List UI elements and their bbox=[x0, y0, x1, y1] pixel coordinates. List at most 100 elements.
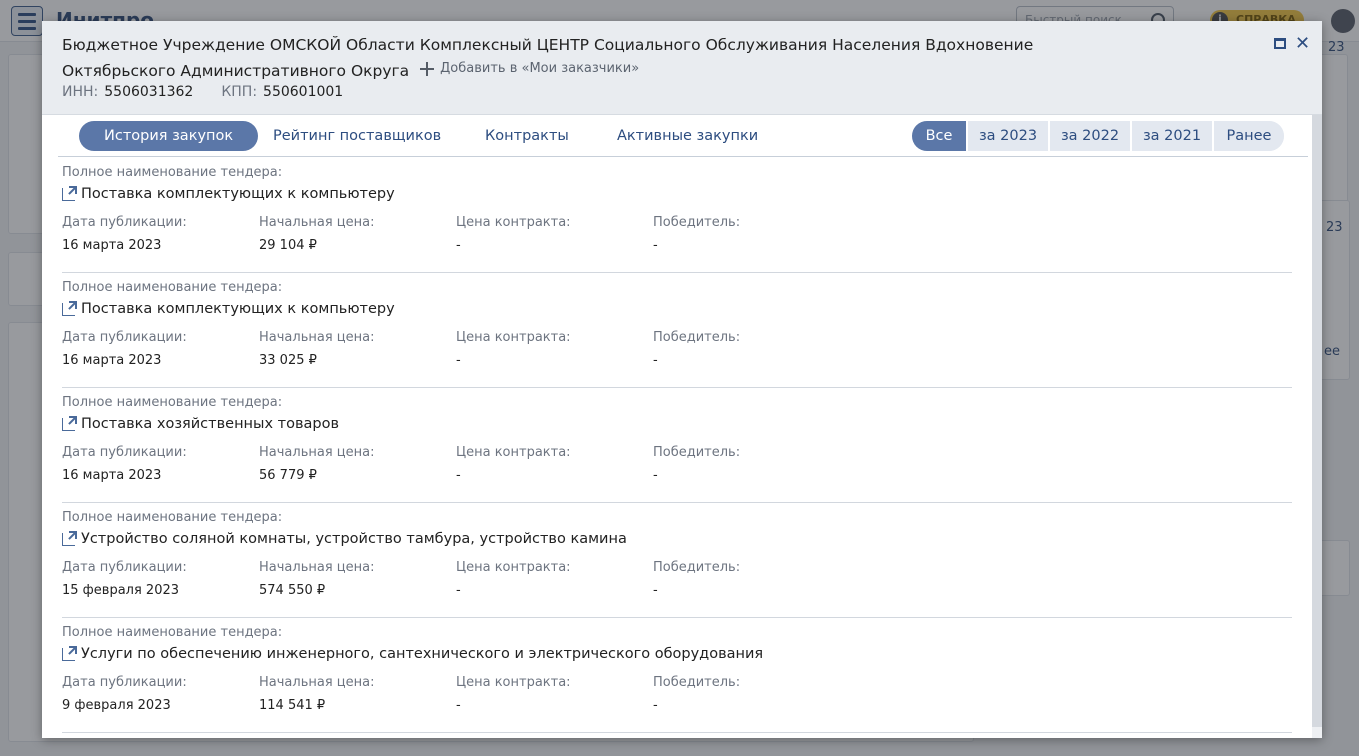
start-price-value: 114 541 ₽ bbox=[259, 698, 326, 713]
winner-field: Победитель: - bbox=[653, 330, 843, 368]
pub-date-label: Дата публикации: bbox=[62, 330, 187, 345]
tabs-bar: История закупок Рейтинг поставщиков Конт… bbox=[58, 115, 1308, 157]
contract-price-value: - bbox=[456, 698, 461, 713]
pub-date-value: 16 марта 2023 bbox=[62, 238, 162, 253]
tender-link[interactable]: Поставка комплектующих к компьютеру bbox=[62, 185, 395, 202]
period-2022[interactable]: за 2022 bbox=[1048, 121, 1130, 151]
scrollbar-thumb[interactable] bbox=[1312, 115, 1322, 727]
contract-price-value: - bbox=[456, 353, 461, 368]
external-link-icon[interactable] bbox=[62, 645, 77, 661]
external-link-icon[interactable] bbox=[62, 530, 77, 546]
contract-price-field: Цена контракта: - bbox=[456, 675, 646, 713]
tab-active-purchases[interactable]: Активные закупки bbox=[592, 121, 783, 151]
tender-name[interactable]: Поставка хозяйственных товаров bbox=[81, 416, 339, 432]
add-to-my-customers-label: Добавить в «Мои заказчики» bbox=[440, 61, 640, 76]
contract-price-field: Цена контракта: - bbox=[456, 215, 646, 253]
modal-header: Бюджетное Учреждение ОМСКОЙ Области Комп… bbox=[42, 21, 1322, 115]
start-price-field: Начальная цена: 56 779 ₽ bbox=[259, 445, 449, 483]
external-link-icon[interactable] bbox=[62, 300, 77, 316]
external-link-icon[interactable] bbox=[62, 415, 77, 431]
pub-date-value: 16 марта 2023 bbox=[62, 353, 162, 368]
pub-date-label: Дата публикации: bbox=[62, 215, 187, 230]
tab-supplier-rating[interactable]: Рейтинг поставщиков bbox=[248, 121, 466, 151]
contract-price-value: - bbox=[456, 468, 461, 483]
winner-label: Победитель: bbox=[653, 330, 741, 345]
start-price-field: Начальная цена: 114 541 ₽ bbox=[259, 675, 449, 713]
start-price-label: Начальная цена: bbox=[259, 560, 375, 575]
contract-price-label: Цена контракта: bbox=[456, 215, 571, 230]
kpp-label: КПП: bbox=[221, 84, 258, 100]
org-identifiers: ИНН: 5506031362 КПП: 550601001 bbox=[62, 84, 343, 100]
winner-field: Победитель: - bbox=[653, 445, 843, 483]
list-item: Полное наименование тендера: Поставка хо… bbox=[62, 388, 1292, 503]
customer-modal: Бюджетное Учреждение ОМСКОЙ Области Комп… bbox=[42, 21, 1322, 738]
start-price-label: Начальная цена: bbox=[259, 675, 375, 690]
period-earlier[interactable]: Ранее bbox=[1212, 121, 1284, 151]
contract-price-label: Цена контракта: bbox=[456, 330, 571, 345]
list-item: Полное наименование тендера: Поставка ко… bbox=[62, 273, 1292, 388]
winner-field: Победитель: - bbox=[653, 675, 843, 713]
external-link-icon[interactable] bbox=[62, 185, 77, 201]
tender-link[interactable]: Услуги по обеспечению инженерного, санте… bbox=[62, 645, 763, 662]
tender-name-label: Полное наименование тендера: bbox=[62, 165, 283, 180]
maximize-icon[interactable] bbox=[1274, 38, 1286, 49]
winner-value: - bbox=[653, 468, 658, 483]
tab-purchase-history[interactable]: История закупок bbox=[79, 121, 259, 151]
tender-name-label: Полное наименование тендера: bbox=[62, 395, 283, 410]
start-price-value: 574 550 ₽ bbox=[259, 583, 326, 598]
pub-date-label: Дата публикации: bbox=[62, 445, 187, 460]
contract-price-label: Цена контракта: bbox=[456, 560, 571, 575]
winner-field: Победитель: - bbox=[653, 215, 843, 253]
period-2023[interactable]: за 2023 bbox=[966, 121, 1048, 151]
kpp-value: 550601001 bbox=[263, 84, 344, 100]
tender-name[interactable]: Устройство соляной комнаты, устройство т… bbox=[81, 531, 627, 547]
pub-date-value: 16 марта 2023 bbox=[62, 468, 162, 483]
start-price-label: Начальная цена: bbox=[259, 445, 375, 460]
contract-price-field: Цена контракта: - bbox=[456, 560, 646, 598]
start-price-field: Начальная цена: 33 025 ₽ bbox=[259, 330, 449, 368]
close-icon[interactable]: ✕ bbox=[1295, 35, 1310, 53]
winner-field: Победитель: - bbox=[653, 560, 843, 598]
winner-value: - bbox=[653, 583, 658, 598]
pub-date-label: Дата публикации: bbox=[62, 675, 187, 690]
start-price-label: Начальная цена: bbox=[259, 330, 375, 345]
tender-name-label: Полное наименование тендера: bbox=[62, 625, 283, 640]
org-title: Бюджетное Учреждение ОМСКОЙ Области Комп… bbox=[62, 33, 1062, 83]
contract-price-field: Цена контракта: - bbox=[456, 330, 646, 368]
winner-label: Победитель: bbox=[653, 445, 741, 460]
plus-icon bbox=[420, 62, 435, 76]
start-price-value: 56 779 ₽ bbox=[259, 468, 317, 483]
tab-contracts[interactable]: Контракты bbox=[460, 121, 594, 151]
pub-date-value: 9 февраля 2023 bbox=[62, 698, 171, 713]
tender-name-label: Полное наименование тендера: bbox=[62, 510, 283, 525]
add-to-my-customers-button[interactable]: Добавить в «Мои заказчики» bbox=[420, 57, 639, 81]
pub-date-field: Дата публикации: 16 марта 2023 bbox=[62, 215, 252, 253]
list-item: Полное наименование тендера: Устройство … bbox=[62, 503, 1292, 618]
winner-value: - bbox=[653, 238, 658, 253]
start-price-field: Начальная цена: 29 104 ₽ bbox=[259, 215, 449, 253]
tender-name-label: Полное наименование тендера: bbox=[62, 280, 283, 295]
pub-date-label: Дата публикации: bbox=[62, 560, 187, 575]
start-price-field: Начальная цена: 574 550 ₽ bbox=[259, 560, 449, 598]
tender-link[interactable]: Поставка комплектующих к компьютеру bbox=[62, 300, 395, 317]
contract-price-value: - bbox=[456, 583, 461, 598]
tender-name[interactable]: Поставка комплектующих к компьютеру bbox=[81, 301, 395, 317]
period-filter: Все за 2023 за 2022 за 2021 Ранее bbox=[912, 121, 1284, 151]
winner-value: - bbox=[653, 353, 658, 368]
list-item: Полное наименование тендера: Поставка ко… bbox=[62, 158, 1292, 273]
period-all[interactable]: Все bbox=[912, 121, 966, 151]
start-price-value: 29 104 ₽ bbox=[259, 238, 317, 253]
tender-link[interactable]: Устройство соляной комнаты, устройство т… bbox=[62, 530, 627, 547]
pub-date-value: 15 февраля 2023 bbox=[62, 583, 180, 598]
winner-value: - bbox=[653, 698, 658, 713]
inn-value: 5506031362 bbox=[104, 84, 194, 100]
tender-link[interactable]: Поставка хозяйственных товаров bbox=[62, 415, 339, 432]
period-2021[interactable]: за 2021 bbox=[1130, 121, 1212, 151]
pub-date-field: Дата публикации: 9 февраля 2023 bbox=[62, 675, 252, 713]
pub-date-field: Дата публикации: 16 марта 2023 bbox=[62, 445, 252, 483]
pub-date-field: Дата публикации: 16 марта 2023 bbox=[62, 330, 252, 368]
tender-name[interactable]: Поставка комплектующих к компьютеру bbox=[81, 186, 395, 202]
winner-label: Победитель: bbox=[653, 215, 741, 230]
contract-price-label: Цена контракта: bbox=[456, 445, 571, 460]
tender-name[interactable]: Услуги по обеспечению инженерного, санте… bbox=[81, 646, 763, 662]
